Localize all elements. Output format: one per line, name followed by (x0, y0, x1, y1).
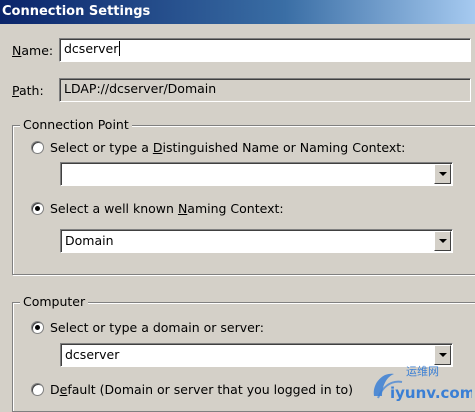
combobox-value: dcserver (65, 347, 120, 362)
radio-domain-or-server[interactable] (31, 321, 44, 334)
path-label-mnemonic: P (12, 83, 19, 98)
dropdown-arrow-icon[interactable] (434, 164, 451, 184)
name-label-mnemonic: N (12, 43, 22, 58)
radio-well-known-context-label[interactable]: Select a well known Naming Context: (50, 201, 284, 216)
watermark-logo-icon: 运维网 iyunv.com (373, 365, 475, 402)
watermark-chinese: 运维网 (406, 365, 439, 378)
path-field: LDAP://dcserver/Domain (59, 78, 471, 102)
name-input[interactable]: dcserver (59, 38, 471, 62)
name-label-text: ame: (21, 43, 54, 58)
radio-well-known-context[interactable] (31, 202, 44, 215)
combobox-value: Domain (65, 233, 114, 248)
label-text: fault (Domain or server that you logged … (67, 382, 354, 397)
connection-point-legend: Connection Point (20, 117, 132, 132)
distinguished-name-combobox[interactable] (60, 162, 453, 186)
name-input-value: dcserver (64, 41, 119, 56)
label-text: D (50, 382, 60, 397)
label-text: Select or type a (50, 140, 153, 155)
label-text: Select a well known (50, 201, 178, 216)
watermark: 运维网 iyunv.com (368, 362, 475, 404)
name-label: Name: (12, 43, 53, 58)
well-known-context-combobox[interactable]: Domain (60, 229, 453, 253)
path-label-text: ath: (18, 83, 44, 98)
computer-legend: Computer (20, 294, 89, 309)
label-mnemonic: N (177, 201, 188, 216)
radio-default[interactable] (31, 383, 44, 396)
text-caret (119, 41, 121, 56)
radio-domain-or-server-label[interactable]: Select or type a domain or server: (50, 320, 264, 335)
window-title: Connection Settings (0, 0, 475, 24)
watermark-brand: iyunv.com (390, 384, 472, 402)
radio-default-label[interactable]: Default (Domain or server that you logge… (50, 382, 353, 397)
radio-distinguished-name[interactable] (31, 141, 44, 154)
radio-distinguished-name-label[interactable]: Select or type a Distinguished Name or N… (50, 140, 405, 155)
dropdown-arrow-icon[interactable] (434, 231, 451, 251)
path-field-value: LDAP://dcserver/Domain (64, 81, 217, 96)
path-label: Path: (12, 83, 44, 98)
label-text: aming Context: (187, 201, 284, 216)
label-text: istinguished Name or Naming Context: (162, 140, 406, 155)
